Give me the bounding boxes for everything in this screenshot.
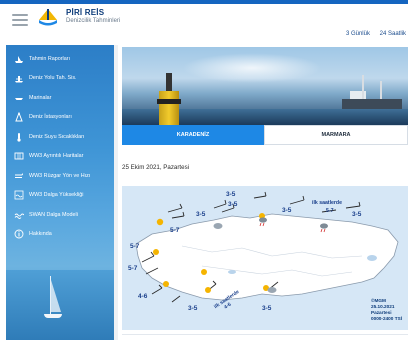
- sea-region-tabs: KARADENİZ MARMARA: [122, 125, 408, 145]
- sidebar-item-label: Marinalar: [29, 94, 52, 101]
- sidebar-item-ww3-wind[interactable]: WW3 Rüzgar Yön ve Hızı: [6, 166, 114, 186]
- ship-icon: [14, 54, 24, 64]
- wave-label: 5-7: [128, 265, 138, 272]
- sidebar-item-label: WW3 Ayrıntılı Haritalar: [29, 153, 84, 160]
- sidebar-item-label: WW3 Dalga Yüksekliği: [29, 192, 84, 199]
- tab-marmara[interactable]: MARMARA: [264, 125, 408, 145]
- sidebar-item-sea-temperatures[interactable]: Deniz Suyu Sıcaklıkları: [6, 127, 114, 147]
- sidebar-item-sea-stations[interactable]: Deniz İstasyonları: [6, 108, 114, 128]
- sidebar-item-label: WW3 Rüzgar Yön ve Hızı: [29, 172, 91, 179]
- sidebar-item-forecast-reports[interactable]: Tahmin Raporları: [6, 49, 114, 69]
- sidebar-item-about[interactable]: Hakkında: [6, 225, 114, 245]
- fishing-boat-illustration: [342, 75, 402, 109]
- forecast-date: 25 Ekim 2021, Pazartesi: [122, 164, 190, 171]
- wave-label: 3-5: [282, 207, 292, 214]
- wave-label: 3-5: [226, 191, 236, 198]
- buoy-illustration: [166, 73, 172, 91]
- sidebar-scrollbar[interactable]: [114, 45, 118, 340]
- wave-label: 3-5: [228, 201, 238, 208]
- divider: [122, 334, 408, 335]
- forecast-map: 3-5 3-5 3-5 3-5 5-7 5-7 5-7 4-6 3-5 3-5 …: [122, 186, 408, 330]
- sidebar-item-label: Deniz Suyu Sıcaklıkları: [29, 133, 85, 140]
- sidebar-item-label: Tahmin Raporları: [29, 55, 71, 62]
- wave-chart-icon: [14, 190, 24, 200]
- early-hours-note: ilk saatlerde: [312, 200, 342, 206]
- hero-banner-image: [122, 47, 408, 125]
- map-stamp: ©MGM 25.10.2021 Pazartesi 0000-2400 TSİ: [370, 298, 402, 321]
- sidebar-item-ww3-wave-height[interactable]: WW3 Dalga Yüksekliği: [6, 186, 114, 206]
- info-icon: [14, 229, 24, 239]
- sidebar-item-ww3-maps[interactable]: WW3 Ayrıntılı Haritalar: [6, 147, 114, 167]
- wave-label: 3-5: [352, 211, 362, 218]
- wave-icon: [14, 210, 24, 220]
- thermometer-icon: [14, 132, 24, 142]
- sidebar-item-marinas[interactable]: Marinalar: [6, 88, 114, 108]
- hamburger-menu-icon[interactable]: [12, 14, 28, 26]
- wave-label: 3-5: [196, 211, 206, 218]
- ship-route-icon: [14, 73, 24, 83]
- wind-icon: [14, 171, 24, 181]
- tab-karadeniz[interactable]: KARADENİZ: [122, 125, 264, 145]
- brand-subtitle: Denizcilik Tahminleri: [66, 18, 121, 24]
- boat-icon: [14, 93, 24, 103]
- sidebar-menu: Tahmin Raporları Deniz Yolu Tah. Sis. Ma…: [6, 49, 114, 244]
- wave-label: 4-6: [138, 293, 148, 300]
- early-hours-value: 5-7: [326, 208, 334, 214]
- sidebar: Tahmin Raporları Deniz Yolu Tah. Sis. Ma…: [6, 45, 114, 340]
- wave-label: 5-7: [130, 243, 140, 250]
- sidebar-item-label: SWAN Dalga Modeli: [29, 211, 78, 218]
- sidebar-item-label: Hakkında: [29, 231, 52, 238]
- sidebar-item-swan-wave-model[interactable]: SWAN Dalga Modeli: [6, 205, 114, 225]
- three-day-link[interactable]: 3 Günlük: [346, 31, 370, 37]
- sidebar-item-label: Deniz Yolu Tah. Sis.: [29, 75, 77, 82]
- sidebar-item-label: Deniz İstasyonları: [29, 114, 72, 121]
- wave-label: 5-7: [170, 227, 180, 234]
- twenty-four-hour-link[interactable]: 24 Saatlik: [380, 31, 406, 37]
- station-icon: [14, 112, 24, 122]
- header: PİRİ REİS Denizcilik Tahminleri 3 Günlük…: [0, 4, 408, 43]
- wave-label: 3-5: [188, 305, 198, 312]
- brand-title: PİRİ REİS: [66, 8, 105, 17]
- map-icon: [14, 151, 24, 161]
- wave-label: 3-5: [262, 305, 272, 312]
- turkey-wave-map: 3-5 3-5 3-5 3-5 5-7 5-7 5-7 4-6 3-5 3-5 …: [122, 186, 408, 330]
- forecast-range-links: 3 Günlük 24 Saatlik: [346, 31, 408, 37]
- sidebar-item-sea-route[interactable]: Deniz Yolu Tah. Sis.: [6, 69, 114, 89]
- logo-icon: [39, 9, 57, 26]
